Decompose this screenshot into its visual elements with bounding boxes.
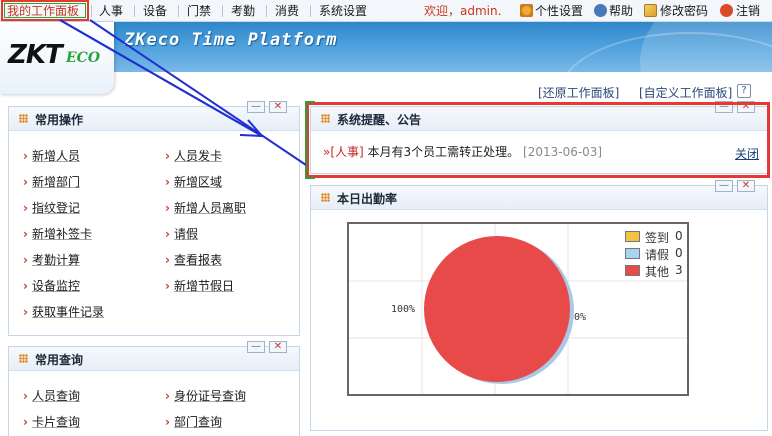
arrow-line-lower: [89, 19, 307, 166]
arrow-shaft: [59, 19, 263, 137]
annotation-arrow: [59, 19, 307, 166]
